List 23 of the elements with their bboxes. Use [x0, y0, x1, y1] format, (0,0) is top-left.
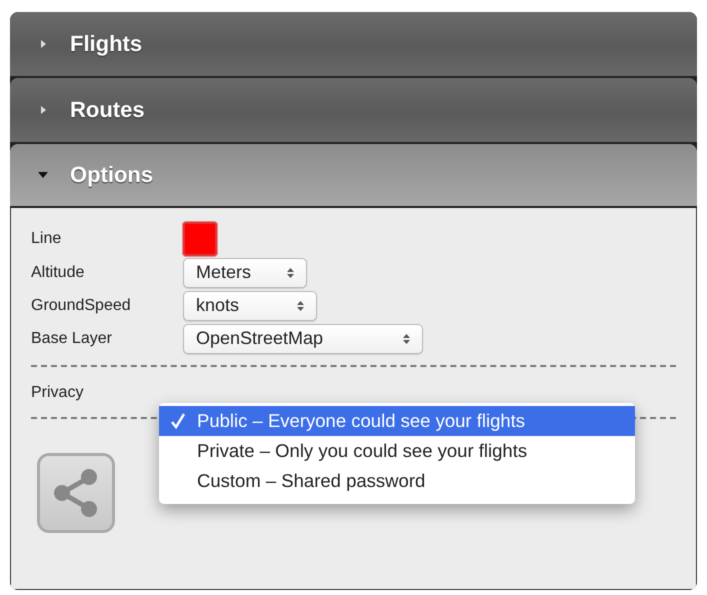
- dropdown[interactable]: Meters: [183, 258, 307, 288]
- share-icon: [52, 468, 100, 518]
- menu-item[interactable]: Public – Everyone could see your flights: [159, 406, 635, 436]
- field-label: Base Layer: [31, 330, 113, 348]
- field-label: Altitude: [31, 264, 86, 282]
- section-header[interactable]: Routes: [10, 78, 697, 142]
- menu-item[interactable]: Custom – Shared password: [159, 466, 635, 496]
- share-button[interactable]: [37, 453, 115, 533]
- field-label: Privacy: [31, 384, 84, 402]
- field-label: GroundSpeed: [31, 296, 132, 314]
- field-label: Line: [31, 230, 62, 248]
- dropdown[interactable]: knots: [183, 290, 317, 320]
- menu-item[interactable]: Private – Only you could see your flights: [159, 436, 635, 466]
- stepper-icon: [287, 266, 294, 278]
- caret-right-icon: [38, 105, 48, 115]
- checkmark-icon: [171, 413, 185, 429]
- caret-down-icon: [38, 170, 48, 180]
- color-swatch[interactable]: [183, 222, 217, 256]
- section-header[interactable]: Flights: [10, 12, 697, 76]
- stepper-icon: [403, 332, 410, 344]
- caret-right-icon: [38, 39, 48, 49]
- dropdown[interactable]: OpenStreetMap: [183, 324, 423, 354]
- stepper-icon: [297, 300, 304, 312]
